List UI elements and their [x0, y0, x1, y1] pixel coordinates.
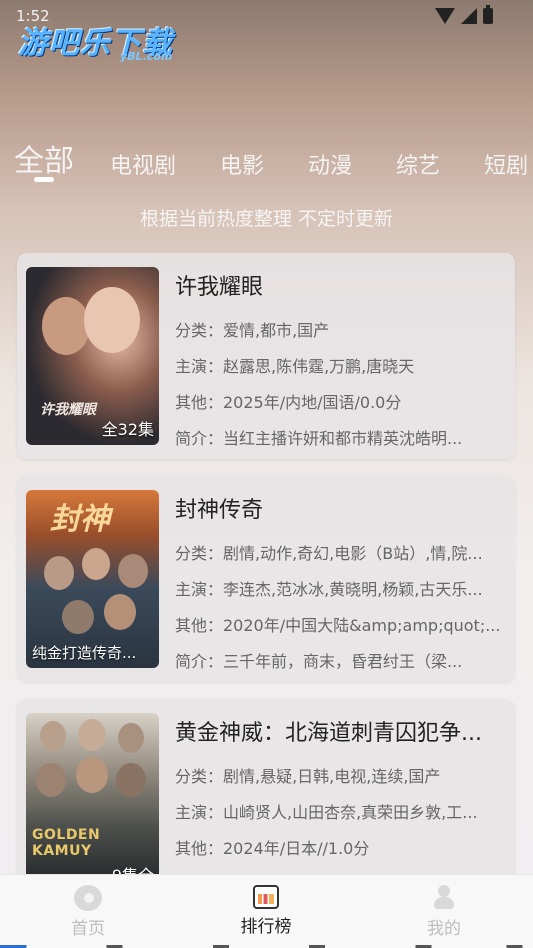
item-info: 封神传奇 分类：剧情,动作,奇幻,电影（B站）,情,院... 主演：李连杰,范冰…	[175, 492, 505, 680]
item-cast: 主演：山崎贤人,山田杏奈,真荣田乡敦,工...	[175, 803, 478, 822]
logo-subtitle: yBL.com	[120, 50, 173, 63]
item-category: 分类：剧情,动作,奇幻,电影（B站）,情,院...	[175, 544, 483, 563]
poster-figure	[36, 763, 66, 797]
signal-icon	[461, 8, 477, 24]
poster-figure	[118, 554, 148, 588]
ranking-icon	[253, 885, 279, 909]
nav-profile[interactable]: 我的	[404, 885, 484, 939]
poster-figure	[78, 719, 106, 751]
item-intro: 简介：当红主播许妍和都市精英沈皓明...	[175, 429, 463, 448]
poster-title-art: GOLDEN KAMUY	[32, 827, 101, 859]
item-title[interactable]: 黄金神威：北海道刺青囚犯争...	[175, 715, 505, 747]
poster-title-art: 封神	[50, 502, 110, 537]
nav-label: 我的	[427, 919, 461, 939]
poster-figure	[104, 594, 136, 630]
home-icon	[74, 885, 102, 911]
ranking-list: 许我耀眼 全32集 许我耀眼 分类：爱情,都市,国产 主演：赵露思,陈伟霆,万鹏…	[17, 253, 515, 922]
poster-figure	[44, 556, 74, 590]
item-cast: 主演：赵露思,陈伟霆,万鹏,唐晓天	[175, 357, 415, 376]
bottom-navigation: 首页 排行榜 我的	[0, 874, 533, 948]
item-other: 其他：2020年/中国大陆&amp;amp;quot;...	[175, 616, 501, 635]
app-logo: 游吧乐下载 yBL.com	[18, 18, 173, 63]
poster-caption: 纯金打造传奇...	[32, 644, 137, 662]
poster-image[interactable]: 许我耀眼 全32集	[26, 267, 159, 445]
episode-badge: 全32集	[101, 420, 154, 439]
poster-figure	[42, 297, 90, 355]
tab-short-drama[interactable]: 短剧	[484, 148, 528, 180]
item-title[interactable]: 许我耀眼	[175, 269, 505, 301]
item-cast: 主演：李连杰,范冰冰,黄晓明,杨颖,古天乐...	[175, 580, 483, 599]
nav-home[interactable]: 首页	[48, 885, 128, 939]
tab-movies[interactable]: 电影	[220, 148, 264, 180]
poster-figure	[40, 721, 66, 751]
poster-figure	[82, 548, 110, 580]
item-other: 其他：2025年/内地/国语/0.0分	[175, 393, 402, 412]
poster-image[interactable]: GOLDEN KAMUY 9集全	[26, 713, 159, 891]
wifi-icon	[435, 8, 455, 24]
item-title[interactable]: 封神传奇	[175, 492, 505, 524]
tab-variety[interactable]: 综艺	[396, 148, 440, 180]
poster-figure	[76, 757, 108, 793]
item-info: 许我耀眼 分类：爱情,都市,国产 主演：赵露思,陈伟霆,万鹏,唐晓天 其他：20…	[175, 269, 505, 457]
list-item[interactable]: 许我耀眼 全32集 许我耀眼 分类：爱情,都市,国产 主演：赵露思,陈伟霆,万鹏…	[17, 253, 515, 459]
item-other: 其他：2024年/日本//1.0分	[175, 839, 370, 858]
profile-icon	[430, 885, 458, 911]
status-icons	[435, 5, 493, 24]
poster-figure	[84, 287, 140, 353]
item-category: 分类：剧情,悬疑,日韩,电视,连续,国产	[175, 767, 441, 786]
battery-icon	[483, 5, 493, 24]
tab-all[interactable]: 全部	[14, 136, 74, 182]
poster-image[interactable]: 封神 纯金打造传奇...	[26, 490, 159, 668]
list-item[interactable]: 封神 纯金打造传奇... 封神传奇 分类：剧情,动作,奇幻,电影（B站）,情,院…	[17, 476, 515, 682]
item-intro: 简介：三千年前，商末，昏君纣王（梁...	[175, 652, 463, 671]
nav-label: 首页	[71, 919, 105, 939]
tab-tv-series[interactable]: 电视剧	[110, 148, 176, 180]
poster-title-art: 许我耀眼	[40, 402, 96, 418]
poster-figure	[62, 600, 94, 634]
tab-anime[interactable]: 动漫	[308, 148, 352, 180]
category-tabs: 全部 电视剧 电影 动漫 综艺 短剧	[14, 136, 533, 182]
nav-ranking[interactable]: 排行榜	[226, 885, 306, 937]
tab-label: 全部	[14, 144, 74, 179]
active-tab-indicator	[34, 177, 54, 182]
ranking-subtitle: 根据当前热度整理 不定时更新	[139, 208, 394, 230]
poster-figure	[118, 723, 144, 753]
item-category: 分类：爱情,都市,国产	[175, 321, 330, 340]
nav-label: 排行榜	[240, 917, 292, 937]
poster-figure	[116, 763, 146, 797]
